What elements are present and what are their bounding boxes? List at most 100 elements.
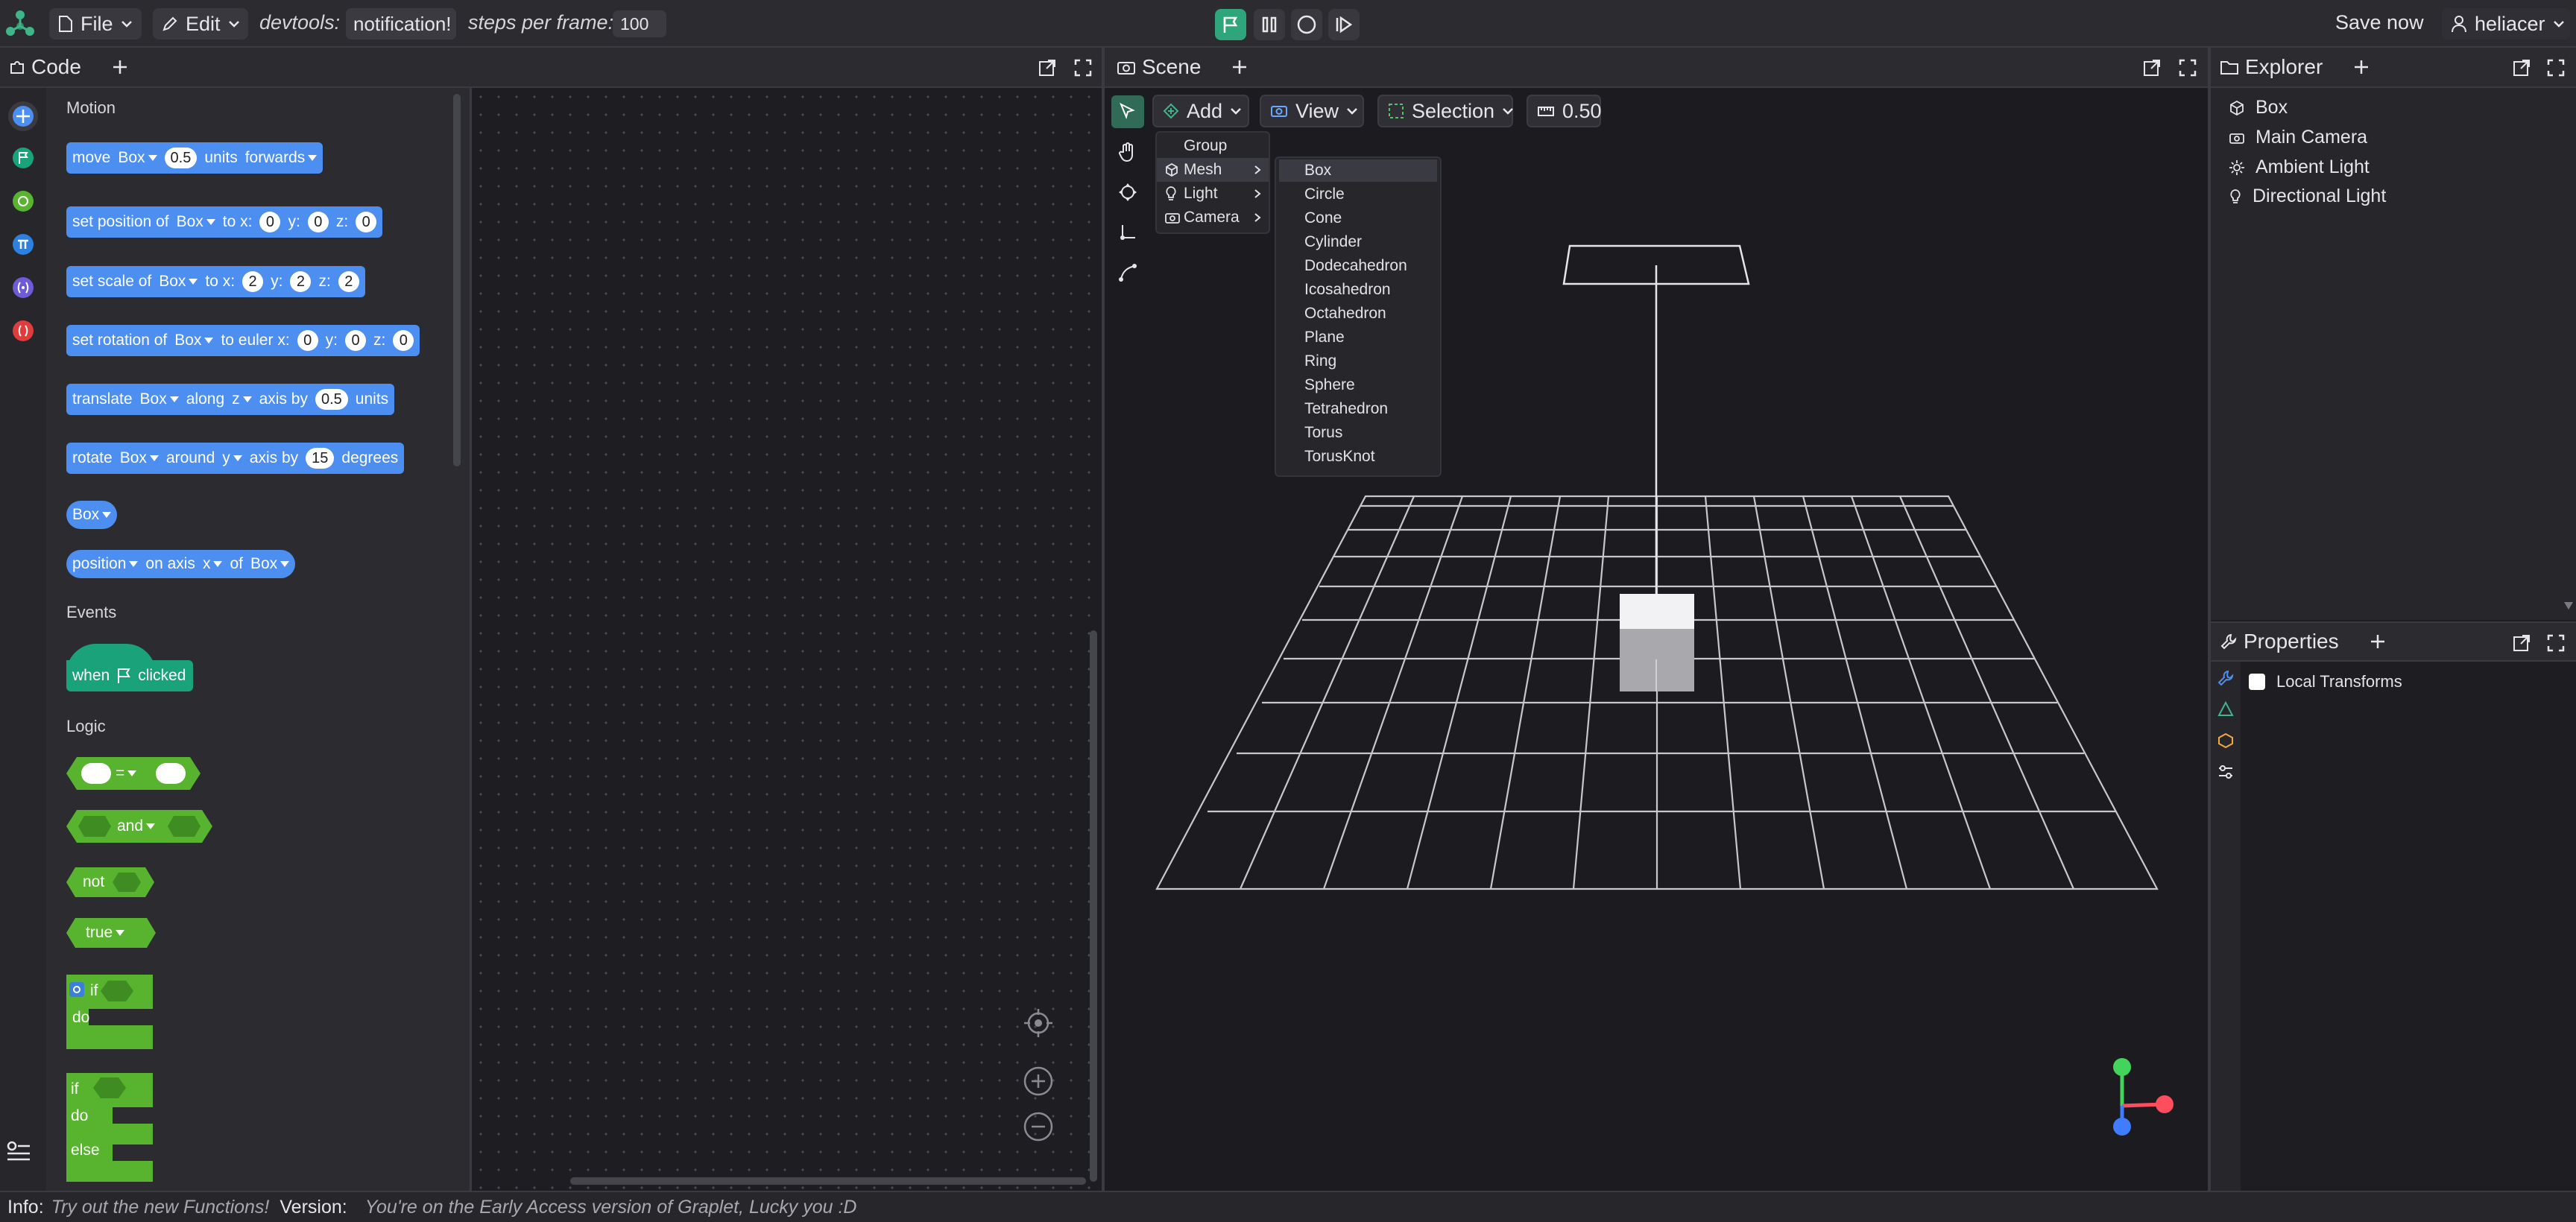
mesh-item-cylinder[interactable]: Cylinder	[1276, 231, 1440, 253]
selection-menu-button[interactable]: Selection	[1377, 95, 1513, 127]
geometry-triangle-icon[interactable]	[2217, 700, 2235, 718]
number-input[interactable]: 15	[306, 448, 335, 469]
mesh-item-plane[interactable]: Plane	[1276, 326, 1440, 349]
properties-tab[interactable]: Properties	[2244, 630, 2339, 653]
object-dropdown[interactable]: Box	[159, 273, 198, 291]
pause-button[interactable]	[1254, 9, 1285, 40]
add-tab-plus-icon[interactable]	[2369, 633, 2387, 650]
axis-dropdown[interactable]: y	[222, 449, 242, 467]
mesh-item-torusknot[interactable]: TorusKnot	[1276, 446, 1440, 468]
add-tab-plus-icon[interactable]	[2352, 58, 2370, 76]
move-tool-icon[interactable]	[1111, 176, 1144, 209]
object-dropdown[interactable]: Box	[120, 449, 159, 467]
block-not[interactable]: not	[66, 867, 154, 897]
block-rotate[interactable]: rotate Box around y axis by 15 degrees	[66, 443, 405, 474]
block-translate[interactable]: translate Box along z axis by 0.5 units	[66, 384, 395, 415]
code-tab[interactable]: Code	[31, 55, 81, 79]
number-input[interactable]: 2	[290, 271, 312, 292]
object-dropdown[interactable]: Box	[177, 213, 215, 231]
add-menu-item-light[interactable]: Light	[1157, 182, 1269, 206]
number-input[interactable]: 0.5	[164, 148, 198, 168]
property-dropdown[interactable]: position	[72, 555, 139, 573]
green-flag-button[interactable]	[1215, 9, 1246, 40]
direction-dropdown[interactable]: forwards	[245, 149, 318, 167]
block-when-flag-clicked[interactable]: when clicked	[66, 644, 193, 691]
number-input[interactable]: 0	[393, 330, 414, 351]
operator-dropdown[interactable]: and	[117, 817, 156, 835]
explorer-item-box[interactable]: Box	[2229, 97, 2288, 118]
fullscreen-icon[interactable]	[2546, 58, 2566, 77]
explorer-item-main-camera[interactable]: Main Camera	[2229, 127, 2367, 148]
user-menu-button[interactable]: heliacer	[2442, 8, 2570, 39]
workspace-vertical-scrollbar[interactable]	[1090, 630, 1097, 1182]
mesh-item-box[interactable]: Box	[1279, 159, 1437, 182]
block-compare[interactable]: =	[66, 757, 201, 790]
step-button[interactable]	[1328, 9, 1360, 40]
number-input[interactable]: 0	[259, 212, 281, 232]
category-logic-button[interactable]	[13, 191, 34, 212]
right-operand-input[interactable]	[156, 763, 186, 784]
boolean-dropdown[interactable]: true	[86, 924, 125, 942]
save-now-button[interactable]: Save now	[2335, 11, 2424, 34]
operator-dropdown[interactable]: =	[116, 764, 137, 782]
add-menu-item-mesh[interactable]: Mesh	[1157, 158, 1269, 182]
category-functions-button[interactable]	[13, 320, 34, 341]
mesh-item-cone[interactable]: Cone	[1276, 207, 1440, 229]
mesh-item-circle[interactable]: Circle	[1276, 183, 1440, 206]
add-menu-button[interactable]: Add	[1152, 95, 1249, 127]
explorer-scroll-arrow-icon[interactable]	[2564, 602, 2573, 610]
object-dropdown[interactable]: Box	[140, 390, 179, 408]
gear-icon[interactable]	[69, 982, 84, 997]
view-menu-button[interactable]: View	[1260, 95, 1364, 127]
notification-button[interactable]: notification!	[346, 8, 456, 39]
explorer-item-ambient-light[interactable]: Ambient Light	[2229, 156, 2370, 178]
object-dropdown[interactable]: Box	[72, 506, 112, 524]
mesh-item-icosahedron[interactable]: Icosahedron	[1276, 279, 1440, 301]
pan-hand-icon[interactable]	[1111, 136, 1144, 168]
object-dropdown[interactable]: Box	[118, 149, 157, 167]
transform-sliders-icon[interactable]	[2217, 763, 2235, 781]
local-transforms-checkbox[interactable]	[2249, 674, 2265, 690]
axis-gizmo[interactable]	[2113, 1058, 2174, 1136]
settings-toggle-icon[interactable]	[4, 1136, 34, 1165]
material-icon[interactable]	[2217, 732, 2235, 750]
recenter-icon[interactable]	[1023, 1007, 1054, 1039]
mesh-item-ring[interactable]: Ring	[1276, 350, 1440, 373]
axes-tool-icon[interactable]	[1111, 216, 1144, 249]
mesh-item-tetrahedron[interactable]: Tetrahedron	[1276, 398, 1440, 420]
file-menu-button[interactable]: File	[49, 8, 142, 39]
mesh-item-dodecahedron[interactable]: Dodecahedron	[1276, 255, 1440, 277]
fullscreen-icon[interactable]	[1073, 58, 1093, 77]
workspace-horizontal-scrollbar[interactable]	[570, 1177, 1086, 1185]
mesh-item-sphere[interactable]: Sphere	[1276, 374, 1440, 396]
zoom-out-icon[interactable]	[1023, 1111, 1054, 1142]
snap-value-button[interactable]: 0.50	[1527, 95, 1602, 127]
block-if-else[interactable]: if do else	[66, 1073, 154, 1182]
steps-per-frame-input[interactable]: 100	[613, 10, 666, 37]
curve-tool-icon[interactable]	[1111, 256, 1144, 289]
mesh-item-torus[interactable]: Torus	[1276, 422, 1440, 444]
fullscreen-icon[interactable]	[2178, 58, 2197, 77]
popout-icon[interactable]	[2512, 633, 2531, 653]
block-move[interactable]: move Box 0.5 units forwards	[66, 142, 323, 174]
wrench-icon[interactable]	[2217, 669, 2235, 687]
block-position-on-axis[interactable]: position on axis x of Box	[66, 550, 296, 578]
scene-viewport[interactable]	[1105, 88, 2208, 1191]
object-dropdown[interactable]: Box	[250, 555, 290, 573]
block-true[interactable]: true	[66, 918, 156, 948]
block-set-position[interactable]: set position of Box to x: 0 y: 0 z: 0	[66, 206, 383, 238]
add-tab-plus-icon[interactable]	[1231, 58, 1248, 76]
popout-icon[interactable]	[2512, 58, 2531, 77]
number-input[interactable]: 0	[345, 330, 366, 351]
scene-tab[interactable]: Scene	[1142, 55, 1201, 79]
number-input[interactable]: 0	[297, 330, 318, 351]
block-set-scale[interactable]: set scale of Box to x: 2 y: 2 z: 2	[66, 266, 365, 297]
axis-dropdown[interactable]: z	[232, 390, 252, 408]
select-tool-icon[interactable]	[1111, 95, 1144, 128]
left-operand-input[interactable]	[81, 763, 111, 784]
flyout-scrollbar[interactable]	[453, 94, 461, 466]
number-input[interactable]: 0.5	[315, 389, 348, 410]
number-input[interactable]: 0	[356, 212, 377, 232]
axis-dropdown[interactable]: x	[203, 555, 223, 573]
edit-menu-button[interactable]: Edit	[153, 8, 248, 39]
